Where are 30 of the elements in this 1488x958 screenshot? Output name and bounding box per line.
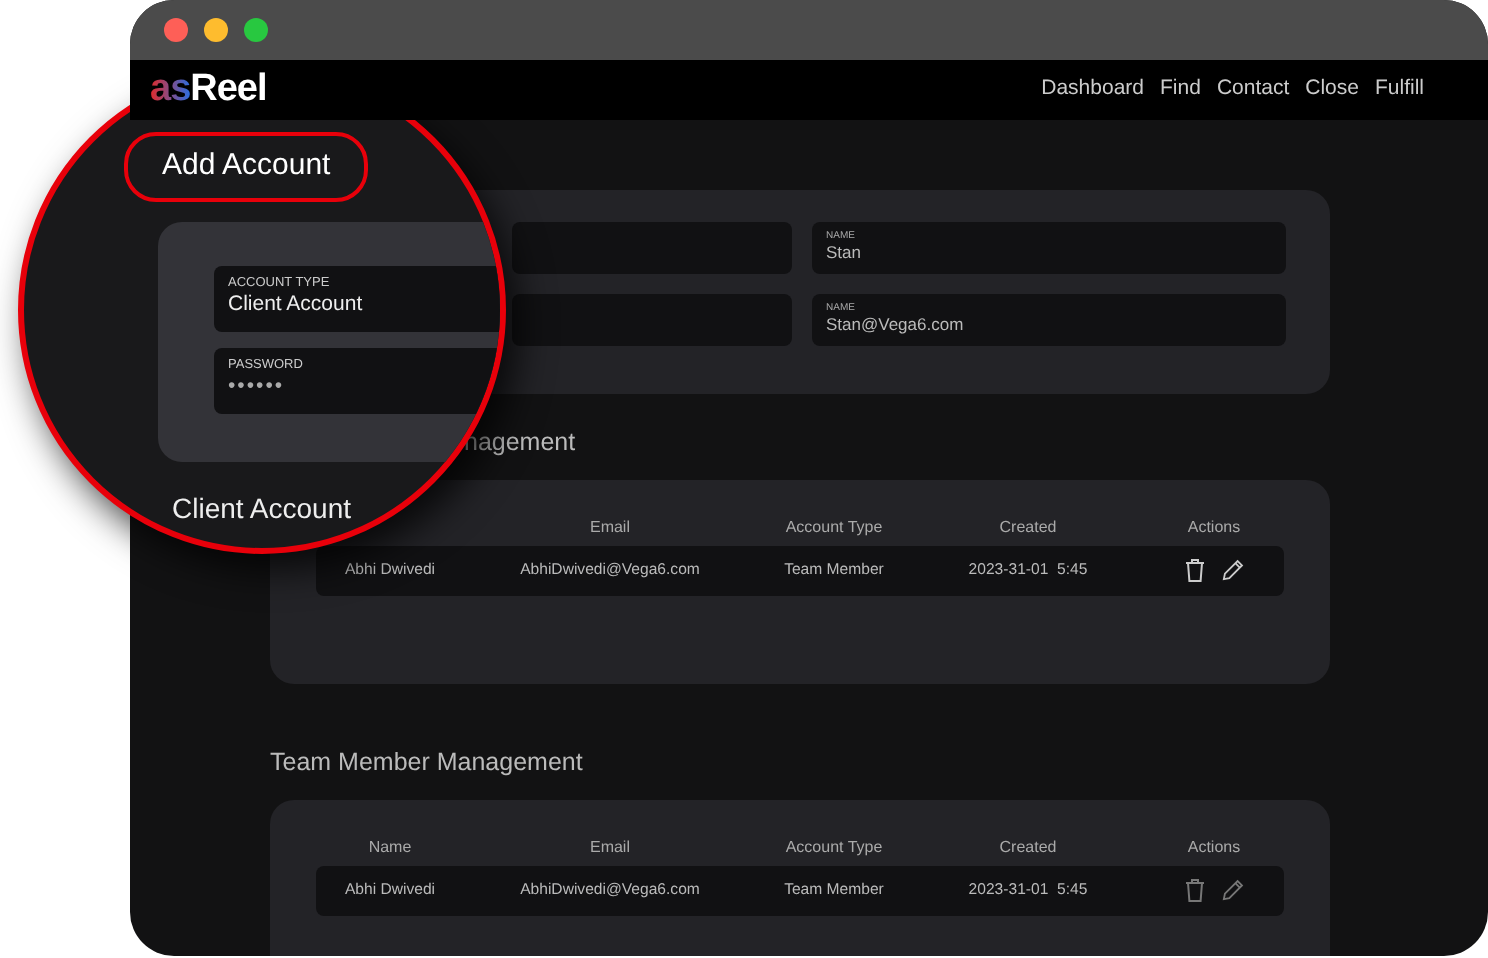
field-value: Stan@Vega6.com [826,314,966,336]
password-dots: •••••• [228,373,287,399]
column-header: Name [366,835,414,859]
nav-link[interactable]: Fulfill [1374,74,1424,106]
section-heading: Team Member Management [270,745,585,780]
column-header: Email [587,515,632,540]
column-header: Account Type [783,835,885,859]
close-icon[interactable] [164,18,188,42]
nav-link[interactable]: Close [1305,74,1359,106]
column-header: Created [997,835,1059,859]
column-header: Actions [1185,835,1243,859]
pencil-icon[interactable] [1222,558,1244,583]
add-account-heading: Add Account [124,132,369,201]
nav-link[interactable]: Find [1160,74,1201,106]
app-logo[interactable]: asReel [150,61,267,119]
column-header: Actions [1185,515,1243,540]
field-value: Client Account [228,291,365,317]
column-header: Email [587,835,632,859]
trash-icon[interactable] [1184,558,1206,583]
column-header: Created [997,515,1059,540]
maximize-icon[interactable] [244,18,268,42]
field-value: Stan [826,242,863,264]
column-header: Account Type [783,515,885,540]
nav-link[interactable]: Dashboard [1041,74,1144,106]
minimize-icon[interactable] [204,18,228,42]
input-field[interactable] [512,222,792,274]
input-field[interactable] [512,294,792,346]
nav-link[interactable]: Contact [1216,74,1290,106]
section-heading: Client Account [172,493,351,523]
section-heading: nagement [464,426,578,460]
